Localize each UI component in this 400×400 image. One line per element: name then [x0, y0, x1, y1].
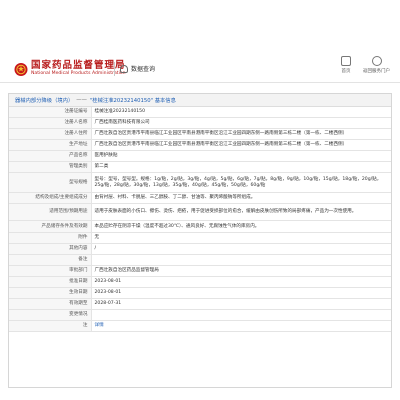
table-row: 产品名称 医用护肤贴	[9, 150, 391, 162]
row-value: 2028-07-31	[91, 298, 391, 310]
row-value: 无	[91, 232, 391, 244]
nav-home-label: 首页	[341, 69, 351, 74]
table-row: 有效期至 2028-07-31	[9, 298, 391, 310]
table-row: 结构及组成/主要组成成分 由背衬层、衬料、卡脱层、三乙醇胺、丁二醇、甘油等、聚丙烯…	[9, 192, 391, 204]
table-row: 型号规格 型号：型号，型号型。规格：1g/贴，2g/贴，3g/贴，4g/贴，5g/…	[9, 172, 391, 193]
breadcrumb-root[interactable]: 器械内部分降级（境内）	[15, 96, 73, 104]
row-label: 备注	[9, 254, 92, 266]
row-label: 管理类别	[9, 161, 92, 173]
row-value: 适用于皮肤表面的小伤口、擦伤、烫伤、疤疮，用于促进受损部位的愈合，缓解由皮肤创伤…	[91, 203, 391, 221]
detail-panel: 器械内部分降级（境内） —— "桂械注准20232140150" 基本信息 注册…	[8, 93, 392, 388]
header-nav: 首页 返回服务门户	[341, 56, 390, 74]
row-label: 型号规格	[9, 172, 92, 193]
row-value: 广西桂南医药科技有限公司	[91, 117, 391, 129]
portal-icon	[371, 56, 382, 66]
breadcrumb: 器械内部分降级（境内） —— "桂械注准20232140150" 基本信息	[9, 94, 391, 107]
site-header: 国家药品监督管理局 National Medical Products Admi…	[0, 0, 400, 80]
table-row: 批准日期 2023-08-01	[9, 276, 391, 288]
row-value	[91, 309, 391, 321]
row-value: 由背衬层、衬料、卡脱层、三乙醇胺、丁二醇、甘油等、聚丙烯酸钠等所组成。	[91, 192, 391, 204]
row-label: 批准日期	[9, 276, 92, 288]
row-value: 详情	[91, 320, 391, 332]
row-label: 产品名称	[9, 150, 92, 162]
nav-portal-label: 返回服务门户	[363, 69, 390, 74]
site-title-cn: 国家药品监督管理局	[31, 60, 126, 71]
home-icon	[341, 56, 351, 66]
row-label: 结构及组成/主要组成成分	[9, 192, 92, 204]
header-divider	[114, 62, 115, 76]
row-label: 变更情况	[9, 309, 92, 321]
row-value: 第二类	[91, 161, 391, 173]
row-label: 注册人住所	[9, 128, 92, 140]
table-row: 审批部门 广西壮族自治区药品监督管理局	[9, 265, 391, 277]
table-row: 备注	[9, 254, 391, 266]
row-value: 本品应贮存在阴凉干燥（温度不超过30℃）、通风良好、无腐蚀性气体的库房内。	[91, 220, 391, 233]
detail-table: 注册证编号 桂械注准20232140150 注册人名称 广西桂南医药科技有限公司 注册人…	[9, 107, 391, 332]
table-row: 注册人住所 广西壮族自治区贵港市平南县临江工业园区平南县港南平衡区沿江工业园四期东…	[9, 128, 391, 140]
row-label: 生产地址	[9, 139, 92, 151]
table-row: 生产地址 广西壮族自治区贵港市平南县临江工业园区平南县港南平衡区沿江工业园四期东侧…	[9, 139, 391, 151]
row-label: 有效期至	[9, 298, 92, 310]
database-icon	[120, 64, 128, 73]
table-row: 附件无	[9, 232, 391, 244]
national-emblem-icon	[14, 63, 28, 76]
row-value: 广西壮族自治区药品监督管理局	[91, 265, 391, 277]
row-label: 注册证编号	[9, 107, 92, 118]
row-value: 型号：型号，型号型。规格：1g/贴，2g/贴，3g/贴，4g/贴，5g/贴，6g…	[91, 172, 391, 193]
details-link[interactable]: 详情	[95, 323, 104, 328]
breadcrumb-separator: ——	[76, 97, 87, 103]
table-row: 注册证编号 桂械注准20232140150	[9, 107, 391, 118]
nav-home[interactable]: 首页	[341, 56, 351, 74]
data-query-label: 数据查询	[131, 66, 156, 73]
table-row: 注册人名称 广西桂南医药科技有限公司	[9, 117, 391, 129]
row-label: 其他内容	[9, 243, 92, 255]
site-brand[interactable]: 国家药品监督管理局 National Medical Products Admi…	[31, 60, 126, 77]
table-row: 产品储存条件及有效期 本品应贮存在阴凉干燥（温度不超过30℃）、通风良好、无腐蚀性…	[9, 220, 391, 233]
row-value: 桂械注准20232140150	[91, 107, 391, 118]
table-row: 注详情	[9, 320, 391, 332]
breadcrumb-current: "桂械注准20232140150" 基本信息	[89, 98, 176, 104]
table-row: 管理类别 第二类	[9, 161, 391, 173]
data-query-link[interactable]: 数据查询	[120, 64, 155, 73]
row-label: 适用范围/预期用途	[9, 203, 92, 221]
row-label: 生效日期	[9, 287, 92, 299]
row-value: 医用护肤贴	[91, 150, 391, 162]
row-label: 审批部门	[9, 265, 92, 277]
row-label: 注	[9, 320, 92, 332]
page: 国家药品监督管理局 National Medical Products Admi…	[0, 0, 400, 400]
row-value: 2023-08-01	[91, 276, 391, 288]
table-row: 其他内容 /	[9, 243, 391, 255]
row-value: 广西壮族自治区贵港市平南县临江工业园区平南县港南平衡区沿江工业园四期东侧一路南侧…	[91, 139, 391, 151]
row-label: 附件	[9, 232, 92, 244]
row-value	[91, 254, 391, 266]
row-value: 广西壮族自治区贵港市平南县临江工业园区平南县港南平衡区沿江工业园四期东侧一路南侧…	[91, 128, 391, 140]
row-label: 产品储存条件及有效期	[9, 220, 92, 233]
table-row: 生效日期 2023-08-01	[9, 287, 391, 299]
nav-portal[interactable]: 返回服务门户	[363, 56, 390, 74]
table-row: 变更情况	[9, 309, 391, 321]
row-label: 注册人名称	[9, 117, 92, 129]
header-rule	[0, 82, 400, 83]
site-title-en: National Medical Products Administration	[31, 71, 126, 76]
table-row: 适用范围/预期用途 适用于皮肤表面的小伤口、擦伤、烫伤、疤疮，用于促进受损部位的愈…	[9, 203, 391, 221]
row-value: 2023-08-01	[91, 287, 391, 299]
row-value: /	[91, 243, 391, 255]
